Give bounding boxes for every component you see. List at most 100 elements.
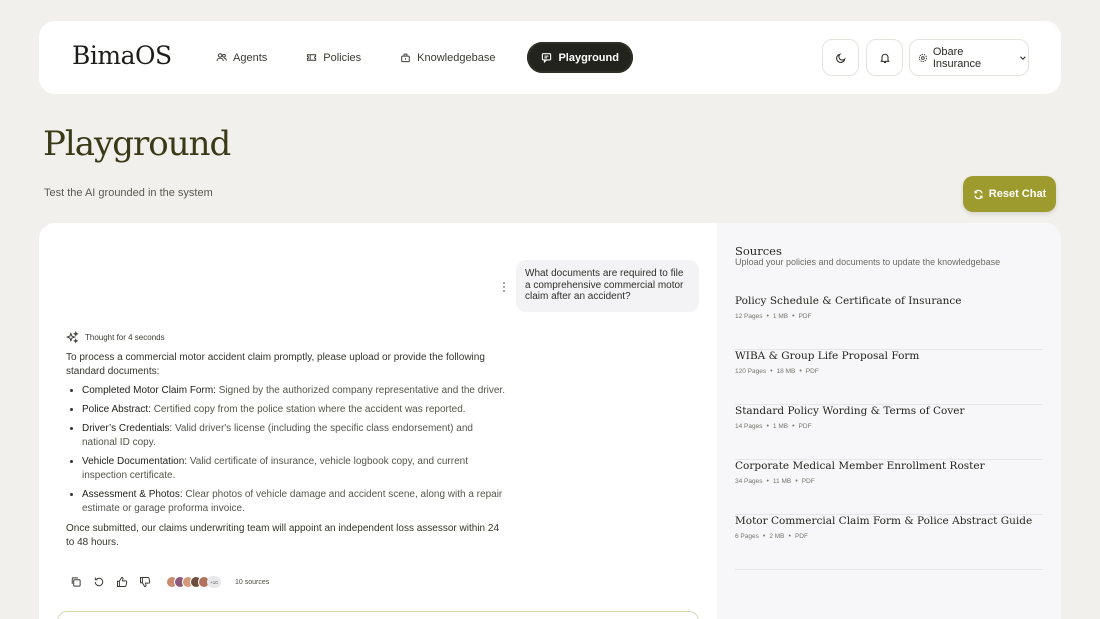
item-desc: Signed by the authorized company represe… — [218, 385, 505, 396]
separator: • — [792, 423, 795, 430]
separator: • — [799, 368, 802, 375]
answer-intro: To process a commercial motor accident c… — [66, 352, 485, 377]
message-options-icon[interactable] — [502, 280, 506, 292]
source-pages: 12 Pages — [735, 313, 763, 320]
source-size: 1 MB — [772, 313, 789, 320]
ticket-icon — [307, 54, 317, 61]
sparkles-icon — [66, 331, 79, 344]
source-size: 11 MB — [772, 478, 792, 485]
source-pages: 34 Pages — [735, 478, 763, 485]
box-icon — [401, 53, 410, 63]
source-type: PDF — [794, 533, 808, 540]
separator: • — [788, 533, 791, 540]
nav-item-label: Playground — [558, 51, 619, 64]
users-icon — [216, 53, 227, 61]
separator: • — [792, 313, 795, 320]
separator: • — [766, 423, 769, 430]
chat-icon — [542, 53, 552, 63]
answer-outro: Once submitted, our claims underwriting … — [66, 523, 500, 548]
list-item: Vehicle Documentation: Valid certificate… — [82, 455, 506, 483]
source-pages: 120 Pages — [735, 368, 767, 375]
notifications-button[interactable] — [866, 39, 903, 76]
source-meta: 120 Pages • 18 MB • PDF — [735, 368, 819, 375]
source-meta: 12 Pages • 1 MB • PDF — [735, 313, 812, 320]
reset-chat-label: Reset Chat — [988, 188, 1047, 200]
answer-list: Completed Motor Claim Form: Signed by th… — [82, 384, 506, 516]
thought-indicator[interactable]: Thought for 4 seconds — [66, 331, 165, 344]
assistant-message: To process a commercial motor accident c… — [66, 351, 506, 555]
source-size: 18 MB — [776, 368, 796, 375]
source-item[interactable]: Policy Schedule & Certificate of Insuran… — [735, 295, 1043, 350]
list-item: Police Abstract: Certified copy from the… — [82, 403, 506, 417]
user-message: What documents are required to file a co… — [516, 260, 699, 312]
source-type: PDF — [801, 478, 815, 485]
source-name: Corporate Medical Member Enrollment Rost… — [735, 460, 985, 472]
sources-panel: Sources Upload your policies and documen… — [717, 223, 1061, 619]
message-actions: +10 10 sources — [70, 576, 269, 588]
source-item[interactable]: Standard Policy Wording & Terms of Cover… — [735, 405, 1043, 460]
separator: • — [770, 368, 773, 375]
sources-count[interactable]: 10 sources — [235, 579, 269, 586]
source-item[interactable]: Motor Commercial Claim Form & Police Abs… — [735, 515, 1043, 570]
source-item[interactable]: WIBA & Group Life Proposal Form 120 Page… — [735, 350, 1043, 405]
item-title: Driver’s Credentials: — [82, 423, 173, 434]
source-size: 1 MB — [772, 423, 789, 430]
source-pages: 14 Pages — [735, 423, 763, 430]
nav-links: Agents Policies Knowledgebase Playground — [209, 42, 658, 73]
separator: • — [766, 478, 769, 485]
thumbs-down-icon[interactable] — [139, 576, 151, 588]
source-meta: 6 Pages • 2 MB • PDF — [735, 533, 808, 540]
item-title: Assessment & Photos: — [82, 489, 183, 500]
item-desc: Certified copy from the police station w… — [153, 404, 466, 415]
source-pages: 6 Pages — [735, 533, 759, 540]
nav-item-label: Policies — [323, 51, 362, 64]
separator: • — [766, 313, 769, 320]
sources-subtitle: Upload your policies and documents to up… — [735, 257, 1001, 267]
sources-title: Sources — [735, 244, 782, 258]
thought-label: Thought for 4 seconds — [85, 333, 165, 342]
source-avatars[interactable]: +10 — [166, 576, 221, 588]
nav-item-label: Knowledgebase — [417, 51, 496, 64]
copy-icon[interactable] — [70, 576, 82, 588]
top-navbar: BimaOS Agents Policies Knowledgebase Pla… — [39, 21, 1061, 94]
source-type: PDF — [798, 313, 812, 320]
org-name: Obare Insurance — [932, 45, 982, 70]
theme-toggle-button[interactable] — [822, 39, 859, 76]
source-name: WIBA & Group Life Proposal Form — [735, 350, 920, 362]
item-title: Police Abstract: — [82, 404, 151, 415]
bell-icon — [879, 53, 890, 63]
nav-item-knowledgebase[interactable]: Knowledgebase — [393, 42, 502, 73]
source-size: 2 MB — [769, 533, 785, 540]
thumbs-up-icon[interactable] — [116, 576, 128, 588]
source-meta: 34 Pages • 11 MB • PDF — [735, 478, 815, 485]
chat-input[interactable] — [57, 611, 699, 619]
list-item: Driver’s Credentials: Valid driver's lic… — [82, 422, 506, 450]
source-type: PDF — [805, 368, 819, 375]
main-panel: What documents are required to file a co… — [39, 223, 1061, 619]
avatar-more-badge: +10 — [207, 576, 221, 588]
org-selector[interactable]: Obare Insurance — [909, 39, 1029, 76]
moon-icon — [835, 52, 846, 63]
nav-item-agents[interactable]: Agents — [209, 42, 274, 73]
nav-item-label: Agents — [233, 51, 268, 64]
source-name: Standard Policy Wording & Terms of Cover — [735, 405, 965, 417]
nav-item-playground[interactable]: Playground — [527, 42, 633, 73]
separator: • — [795, 478, 798, 485]
source-name: Policy Schedule & Certificate of Insuran… — [735, 295, 962, 307]
nav-item-policies[interactable]: Policies — [299, 42, 368, 73]
source-type: PDF — [798, 423, 812, 430]
chevron-down-icon — [1020, 55, 1026, 60]
source-item[interactable]: Corporate Medical Member Enrollment Rost… — [735, 460, 1043, 515]
page-title: Playground — [43, 124, 231, 164]
source-meta: 14 Pages • 1 MB • PDF — [735, 423, 812, 430]
item-title: Vehicle Documentation: — [82, 456, 188, 467]
item-title: Completed Motor Claim Form: — [82, 385, 216, 396]
separator: • — [762, 533, 766, 540]
app-logo[interactable]: BimaOS — [72, 41, 172, 70]
refresh-icon — [974, 189, 983, 199]
regenerate-icon[interactable] — [93, 576, 105, 588]
gear-icon — [918, 53, 927, 62]
source-name: Motor Commercial Claim Form & Police Abs… — [735, 515, 1033, 527]
page-subtitle: Test the AI grounded in the system — [44, 187, 213, 199]
reset-chat-button[interactable]: Reset Chat — [963, 176, 1056, 212]
